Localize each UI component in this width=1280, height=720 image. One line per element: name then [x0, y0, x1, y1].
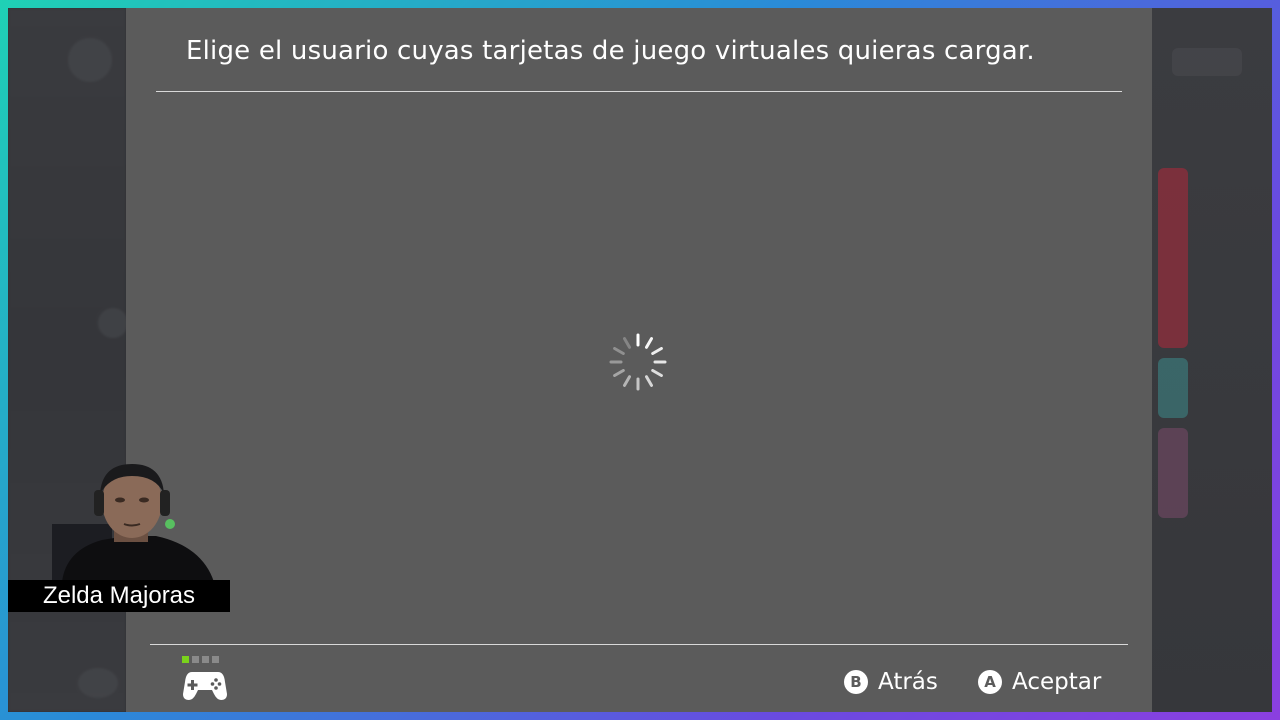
console-screen: Elige el usuario cuyas tarjetas de juego… — [8, 8, 1272, 712]
gamepad-icon — [183, 672, 227, 700]
back-label: Atrás — [878, 669, 938, 695]
player-indicator-dot-2 — [192, 656, 199, 663]
title-divider — [156, 91, 1122, 92]
accept-label: Aceptar — [1012, 669, 1102, 695]
dialog-title: Elige el usuario cuyas tarjetas de juego… — [186, 36, 1035, 66]
footer-divider — [150, 644, 1128, 645]
spinner-icon — [609, 333, 667, 391]
streamer-name-tag: Zelda Majoras — [8, 580, 230, 612]
controller-indicator — [182, 656, 232, 702]
streamer-avatar — [52, 464, 214, 582]
player-indicator — [182, 656, 219, 663]
player-indicator-dot-3 — [202, 656, 209, 663]
background-home-right — [1152, 8, 1272, 712]
stream-frame: Elige el usuario cuyas tarjetas de juego… — [0, 0, 1280, 720]
webcam-feed — [52, 454, 220, 582]
back-button[interactable]: B Atrás — [844, 668, 938, 696]
player-indicator-dot-4 — [212, 656, 219, 663]
user-select-dialog: Elige el usuario cuyas tarjetas de juego… — [126, 8, 1152, 712]
accept-button[interactable]: A Aceptar — [978, 668, 1101, 696]
player-indicator-dot-1 — [182, 656, 189, 663]
b-button-icon: B — [844, 670, 868, 694]
a-button-icon: A — [978, 670, 1002, 694]
